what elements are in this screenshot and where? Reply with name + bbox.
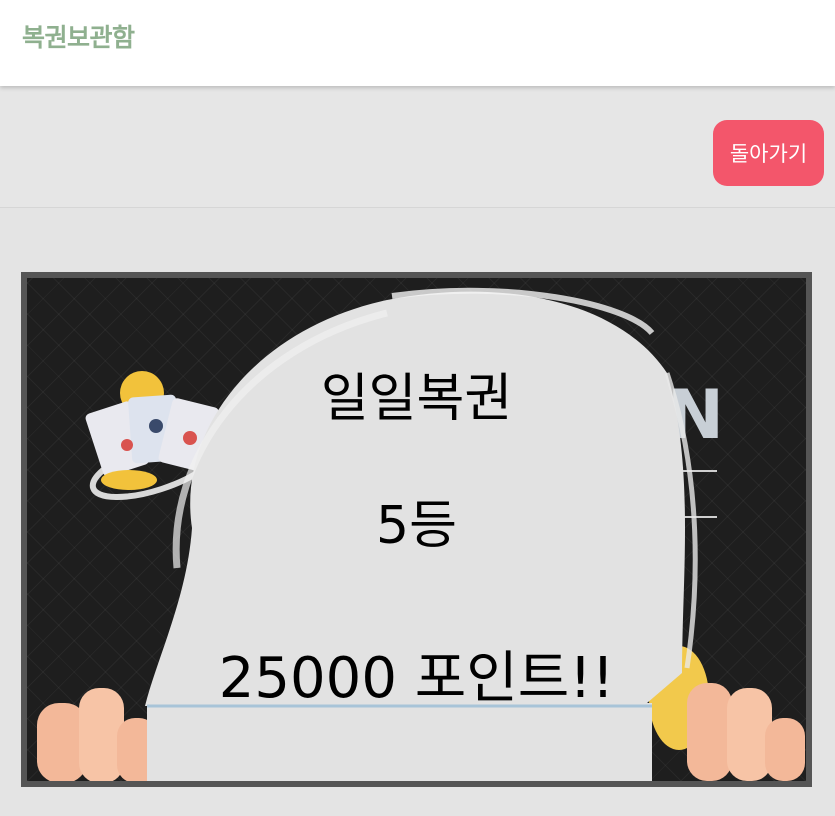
prize-amount: 25000 포인트!! [218, 646, 615, 711]
prize-rank: 5등 [376, 496, 457, 556]
app-header: 복권보관함 [0, 0, 835, 86]
lottery-ticket[interactable]: N 일일복권 5등 25000 포인트!! [21, 272, 812, 787]
page-title: 복권보관함 [22, 23, 135, 52]
ticket-card: N 일일복권 5등 25000 포인트!! [27, 278, 806, 781]
lottery-name: 일일복권 [320, 369, 513, 429]
back-button[interactable]: 돌아가기 [713, 120, 824, 186]
